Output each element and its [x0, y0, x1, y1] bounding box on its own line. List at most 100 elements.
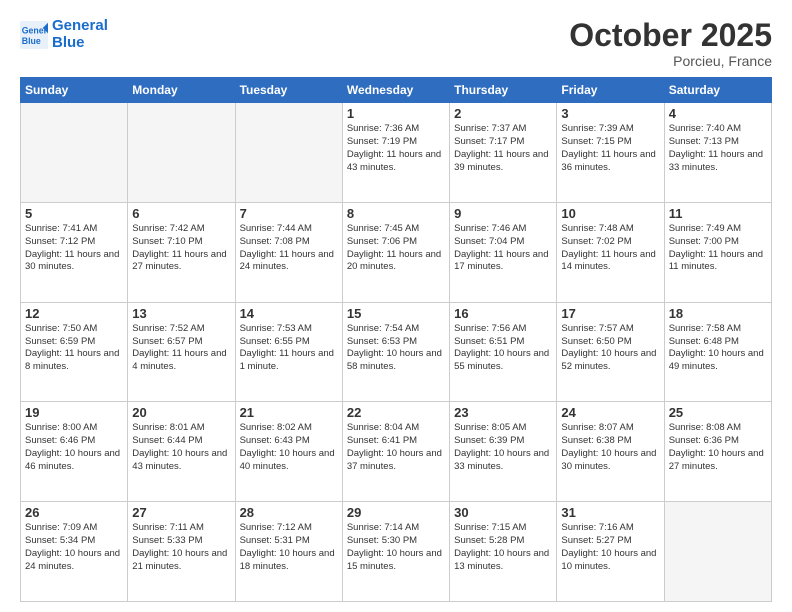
cell-text: Sunrise: 8:04 AMSunset: 6:41 PMDaylight:… — [347, 422, 445, 473]
cell-text: Sunrise: 8:07 AMSunset: 6:38 PMDaylight:… — [561, 422, 659, 473]
day-number: 4 — [669, 106, 767, 121]
location: Porcieu, France — [569, 53, 772, 69]
cell-text: Sunrise: 8:00 AMSunset: 6:46 PMDaylight:… — [25, 422, 123, 473]
calendar-table: SundayMondayTuesdayWednesdayThursdayFrid… — [20, 77, 772, 602]
calendar-cell: 6Sunrise: 7:42 AMSunset: 7:10 PMDaylight… — [128, 202, 235, 302]
calendar-cell: 5 Sunrise: 7:41 AMSunset: 7:12 PMDaylight… — [21, 202, 128, 302]
calendar-cell: 4 Sunrise: 7:40 AMSunset: 7:13 PMDaylight… — [664, 103, 771, 203]
logo: General Blue General Blue — [20, 18, 108, 51]
cell-text: Sunrise: 7:54 AMSunset: 6:53 PMDaylight:… — [347, 323, 445, 374]
cell-text: Sunrise: 7:37 AMSunset: 7:17 PMDaylight:… — [454, 123, 552, 174]
weekday-header: Sunday — [21, 78, 128, 103]
calendar-cell: 27Sunrise: 7:11 AMSunset: 5:33 PMDayligh… — [128, 502, 235, 602]
calendar-cell: 16 Sunrise: 7:56 AMSunset: 6:51 PMDayligh… — [450, 302, 557, 402]
day-number: 24 — [561, 405, 659, 420]
day-number: 19 — [25, 405, 123, 420]
cell-text: Sunrise: 7:46 AMSunset: 7:04 PMDaylight:… — [454, 223, 552, 274]
calendar-cell: 12Sunrise: 7:50 AMSunset: 6:59 PMDayligh… — [21, 302, 128, 402]
day-number: 11 — [669, 206, 767, 221]
calendar-cell: 21 Sunrise: 8:02 AMSunset: 6:43 PMDayligh… — [235, 402, 342, 502]
day-number: 10 — [561, 206, 659, 221]
cell-text: Sunrise: 7:12 AMSunset: 5:31 PMDaylight:… — [240, 522, 338, 573]
cell-text: Sunrise: 7:15 AMSunset: 5:28 PMDaylight:… — [454, 522, 552, 573]
header: General Blue General Blue October 2025 P… — [20, 18, 772, 69]
cell-text: Sunrise: 7:40 AMSunset: 7:13 PMDaylight:… — [669, 123, 767, 174]
calendar-cell: 8 Sunrise: 7:45 AMSunset: 7:06 PMDaylight… — [342, 202, 449, 302]
cell-text: Sunrise: 7:09 AMSunset: 5:34 PMDaylight:… — [25, 522, 123, 573]
cell-text: Sunrise: 7:53 AMSunset: 6:55 PMDaylight:… — [240, 323, 338, 374]
calendar-cell: 31Sunrise: 7:16 AMSunset: 5:27 PMDayligh… — [557, 502, 664, 602]
calendar-cell: 22 Sunrise: 8:04 AMSunset: 6:41 PMDayligh… — [342, 402, 449, 502]
day-number: 5 — [25, 206, 123, 221]
day-number: 13 — [132, 306, 230, 321]
calendar-week: 19 Sunrise: 8:00 AMSunset: 6:46 PMDayligh… — [21, 402, 772, 502]
calendar-cell: 25Sunrise: 8:08 AMSunset: 6:36 PMDayligh… — [664, 402, 771, 502]
cell-text: Sunrise: 8:05 AMSunset: 6:39 PMDaylight:… — [454, 422, 552, 473]
day-number: 6 — [132, 206, 230, 221]
calendar-cell: 14 Sunrise: 7:53 AMSunset: 6:55 PMDayligh… — [235, 302, 342, 402]
cell-text: Sunrise: 7:14 AMSunset: 5:30 PMDaylight:… — [347, 522, 445, 573]
weekday-header: Monday — [128, 78, 235, 103]
cell-text: Sunrise: 7:45 AMSunset: 7:06 PMDaylight:… — [347, 223, 445, 274]
day-number: 21 — [240, 405, 338, 420]
calendar-cell: 1Sunrise: 7:36 AMSunset: 7:19 PMDaylight… — [342, 103, 449, 203]
calendar-cell: 28Sunrise: 7:12 AMSunset: 5:31 PMDayligh… — [235, 502, 342, 602]
title-area: October 2025 Porcieu, France — [569, 18, 772, 69]
calendar-cell: 20 Sunrise: 8:01 AMSunset: 6:44 PMDayligh… — [128, 402, 235, 502]
day-number: 8 — [347, 206, 445, 221]
calendar-cell: 10 Sunrise: 7:48 AMSunset: 7:02 PMDayligh… — [557, 202, 664, 302]
cell-text: Sunrise: 7:50 AMSunset: 6:59 PMDaylight:… — [25, 323, 123, 374]
cell-text: Sunrise: 8:02 AMSunset: 6:43 PMDaylight:… — [240, 422, 338, 473]
calendar-cell — [235, 103, 342, 203]
cell-text: Sunrise: 7:11 AMSunset: 5:33 PMDaylight:… — [132, 522, 230, 573]
calendar-cell: 3 Sunrise: 7:39 AMSunset: 7:15 PMDaylight… — [557, 103, 664, 203]
day-number: 30 — [454, 505, 552, 520]
day-number: 16 — [454, 306, 552, 321]
svg-text:Blue: Blue — [22, 35, 41, 45]
cell-text: Sunrise: 7:56 AMSunset: 6:51 PMDaylight:… — [454, 323, 552, 374]
calendar-cell: 11Sunrise: 7:49 AMSunset: 7:00 PMDayligh… — [664, 202, 771, 302]
calendar-cell: 7Sunrise: 7:44 AMSunset: 7:08 PMDaylight… — [235, 202, 342, 302]
calendar-week: 1Sunrise: 7:36 AMSunset: 7:19 PMDaylight… — [21, 103, 772, 203]
calendar-cell: 9Sunrise: 7:46 AMSunset: 7:04 PMDaylight… — [450, 202, 557, 302]
day-number: 3 — [561, 106, 659, 121]
day-number: 20 — [132, 405, 230, 420]
calendar-week: 12Sunrise: 7:50 AMSunset: 6:59 PMDayligh… — [21, 302, 772, 402]
calendar-cell: 17Sunrise: 7:57 AMSunset: 6:50 PMDayligh… — [557, 302, 664, 402]
day-number: 15 — [347, 306, 445, 321]
calendar-cell: 19 Sunrise: 8:00 AMSunset: 6:46 PMDayligh… — [21, 402, 128, 502]
cell-text: Sunrise: 7:39 AMSunset: 7:15 PMDaylight:… — [561, 123, 659, 174]
weekday-header: Friday — [557, 78, 664, 103]
calendar-cell: 29Sunrise: 7:14 AMSunset: 5:30 PMDayligh… — [342, 502, 449, 602]
cell-text: Sunrise: 8:01 AMSunset: 6:44 PMDaylight:… — [132, 422, 230, 473]
calendar-cell: 18Sunrise: 7:58 AMSunset: 6:48 PMDayligh… — [664, 302, 771, 402]
logo-icon: General Blue — [20, 21, 48, 49]
calendar-cell — [664, 502, 771, 602]
calendar-cell — [21, 103, 128, 203]
weekday-header: Wednesday — [342, 78, 449, 103]
cell-text: Sunrise: 7:52 AMSunset: 6:57 PMDaylight:… — [132, 323, 230, 374]
logo-blue: Blue — [52, 35, 108, 52]
day-number: 22 — [347, 405, 445, 420]
weekday-header: Tuesday — [235, 78, 342, 103]
cell-text: Sunrise: 7:48 AMSunset: 7:02 PMDaylight:… — [561, 223, 659, 274]
calendar-cell — [128, 103, 235, 203]
month-title: October 2025 — [569, 18, 772, 53]
calendar-cell: 2Sunrise: 7:37 AMSunset: 7:17 PMDaylight… — [450, 103, 557, 203]
cell-text: Sunrise: 7:57 AMSunset: 6:50 PMDaylight:… — [561, 323, 659, 374]
calendar-cell: 24 Sunrise: 8:07 AMSunset: 6:38 PMDayligh… — [557, 402, 664, 502]
cell-text: Sunrise: 8:08 AMSunset: 6:36 PMDaylight:… — [669, 422, 767, 473]
day-number: 31 — [561, 505, 659, 520]
cell-text: Sunrise: 7:58 AMSunset: 6:48 PMDaylight:… — [669, 323, 767, 374]
calendar-cell: 26Sunrise: 7:09 AMSunset: 5:34 PMDayligh… — [21, 502, 128, 602]
day-number: 23 — [454, 405, 552, 420]
calendar-week: 26Sunrise: 7:09 AMSunset: 5:34 PMDayligh… — [21, 502, 772, 602]
day-number: 14 — [240, 306, 338, 321]
cell-text: Sunrise: 7:41 AMSunset: 7:12 PMDaylight:… — [25, 223, 123, 274]
calendar-cell: 30 Sunrise: 7:15 AMSunset: 5:28 PMDayligh… — [450, 502, 557, 602]
cell-text: Sunrise: 7:44 AMSunset: 7:08 PMDaylight:… — [240, 223, 338, 274]
weekday-header: Thursday — [450, 78, 557, 103]
calendar-cell: 13 Sunrise: 7:52 AMSunset: 6:57 PMDayligh… — [128, 302, 235, 402]
weekday-header: Saturday — [664, 78, 771, 103]
calendar-cell: 23 Sunrise: 8:05 AMSunset: 6:39 PMDayligh… — [450, 402, 557, 502]
